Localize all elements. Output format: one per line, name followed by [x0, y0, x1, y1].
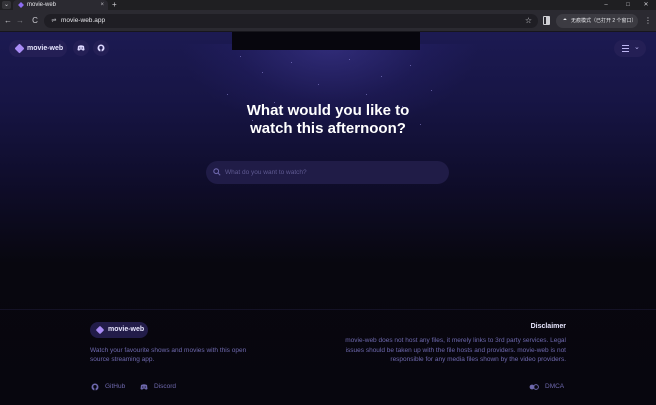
reload-button[interactable]: C — [29, 15, 41, 27]
side-panel-icon[interactable] — [543, 16, 550, 25]
site-info-icon[interactable]: ⇌ — [50, 17, 58, 25]
footer-github-link[interactable]: GitHub — [91, 382, 131, 392]
particle — [262, 72, 263, 73]
address-bar[interactable]: ⇌ movie-web.app ☆ — [44, 14, 538, 28]
particle — [227, 94, 228, 95]
page-content: movie-web ⌄ What would you like to watch… — [0, 32, 656, 405]
close-window-button[interactable]: ✕ — [636, 0, 656, 10]
particle — [349, 59, 350, 60]
particle — [410, 65, 411, 66]
new-tab-button[interactable]: + — [112, 0, 117, 10]
bookmark-star-icon[interactable]: ☆ — [525, 14, 532, 28]
footer-discord-label: Discord — [154, 383, 177, 390]
minimize-button[interactable]: – — [596, 0, 616, 10]
search-input[interactable] — [225, 161, 440, 184]
footer-tagline: Watch your favourite shows and movies wi… — [90, 347, 247, 363]
browser-tab-bar: ⌄ movie-web × + – □ ✕ — [0, 0, 656, 10]
back-button[interactable]: ← — [2, 15, 14, 27]
particle — [366, 94, 367, 95]
particle — [318, 84, 319, 85]
incognito-icon: ◓ — [562, 17, 568, 24]
dmca-link[interactable]: DMCA — [529, 382, 567, 392]
forward-button[interactable]: → — [14, 15, 26, 27]
footer-divider — [0, 309, 656, 310]
maximize-button[interactable]: □ — [618, 0, 638, 10]
discord-icon — [77, 45, 85, 51]
tab-title: movie-web — [27, 2, 57, 8]
discord-button[interactable] — [73, 40, 89, 56]
tab-close-icon[interactable]: × — [100, 0, 104, 10]
dmca-icon — [529, 384, 539, 390]
footer-brand[interactable]: movie-web — [90, 322, 148, 338]
browser-menu-icon[interactable]: ⋮ — [644, 15, 652, 27]
browser-toolbar: ← → C ⇌ movie-web.app ☆ ◓ 无痕模式（已打开 2 个窗口… — [0, 10, 656, 32]
footer-discord-link[interactable]: Discord — [140, 382, 184, 392]
hero-title-line-2: watch this afternoon? — [250, 120, 406, 137]
hero-title-line-1: What would you like to — [246, 102, 410, 119]
disclaimer-title: Disclaimer — [530, 323, 566, 330]
particle — [431, 90, 432, 91]
footer-github-label: GitHub — [105, 383, 126, 390]
menu-button[interactable]: ⌄ — [614, 40, 646, 57]
tab-list-button[interactable]: ⌄ — [2, 1, 11, 9]
discord-icon — [140, 384, 148, 390]
particle — [381, 76, 382, 77]
github-icon — [91, 383, 99, 391]
footer-brand-name: movie-web — [108, 326, 145, 333]
footer-brand-logo-icon — [95, 325, 105, 335]
incognito-label: 无痕模式（已打开 2 个窗口） — [571, 18, 637, 24]
particle — [240, 56, 241, 57]
hero-title: What would you like to watch this aftern… — [178, 102, 478, 138]
url-text[interactable]: movie-web.app — [61, 14, 105, 28]
hamburger-icon — [622, 45, 629, 52]
favicon-icon — [18, 2, 24, 8]
brand-logo-icon — [14, 43, 25, 54]
github-button[interactable] — [93, 40, 109, 56]
particle — [291, 62, 292, 63]
search-bar[interactable] — [206, 161, 449, 184]
spotlight-lamp — [232, 32, 420, 50]
disclaimer-text: movie-web does not host any files, it me… — [345, 337, 566, 364]
incognito-indicator[interactable]: ◓ 无痕模式（已打开 2 个窗口） — [556, 14, 638, 28]
browser-tab[interactable]: movie-web × — [13, 0, 108, 10]
brand-logo-button[interactable]: movie-web — [9, 40, 67, 57]
github-icon — [97, 44, 105, 52]
dmca-label: DMCA — [545, 383, 565, 390]
brand-name: movie-web — [27, 45, 64, 52]
chevron-down-icon: ⌄ — [634, 44, 640, 51]
search-icon — [213, 168, 221, 176]
